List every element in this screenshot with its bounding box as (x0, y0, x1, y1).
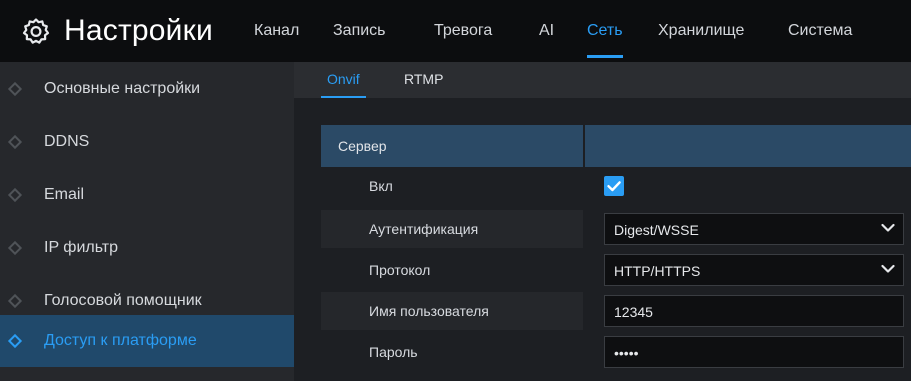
tab-network[interactable]: Сеть (587, 0, 623, 62)
sidebar: Основные настройки DDNS Email IP фильтр … (0, 62, 294, 381)
password-field[interactable]: ••••• (604, 336, 904, 368)
tab-onvif[interactable]: Onvif (321, 62, 366, 98)
diamond-icon (7, 187, 23, 202)
password-label: Пароль (369, 344, 418, 360)
username-value: 12345 (614, 304, 653, 320)
enable-label: Вкл (369, 178, 393, 194)
tab-ai[interactable]: AI (539, 0, 554, 62)
auth-select-value: Digest/WSSE (614, 222, 699, 238)
sidebar-item-basic-settings[interactable]: Основные настройки (0, 62, 294, 115)
sidebar-item-email[interactable]: Email (0, 168, 294, 221)
sidebar-item-ip-filter[interactable]: IP фильтр (0, 221, 294, 274)
sidebar-item-label: DDNS (44, 132, 90, 150)
tab-system[interactable]: Система (788, 0, 852, 62)
password-row: Пароль ••••• (321, 333, 911, 371)
password-value: ••••• (614, 345, 639, 361)
page-title: Настройки (64, 14, 213, 47)
top-bar: Настройки Канал Запись Тревога AI Сеть Х… (0, 0, 911, 62)
username-field[interactable]: 12345 (604, 295, 904, 327)
enable-checkbox[interactable] (604, 176, 624, 196)
tab-channel[interactable]: Канал (254, 0, 299, 62)
sidebar-item-label: Голосовой помощник (44, 291, 202, 309)
username-label: Имя пользователя (369, 303, 489, 319)
username-row: Имя пользователя 12345 (321, 292, 911, 330)
sidebar-item-label: Основные настройки (44, 79, 201, 97)
diamond-icon (7, 134, 23, 149)
auth-select[interactable]: Digest/WSSE (604, 213, 904, 245)
tab-storage[interactable]: Хранилище (658, 0, 744, 62)
auth-label: Аутентификация (369, 221, 479, 237)
chevron-down-icon (881, 264, 895, 273)
sidebar-item-label: IP фильтр (44, 238, 119, 256)
protocol-row: Протокол HTTP/HTTPS (321, 251, 911, 289)
section-title: Сервер (338, 138, 387, 154)
chevron-down-icon (881, 223, 895, 232)
sidebar-item-platform-access[interactable]: Доступ к платформе (0, 315, 294, 367)
sidebar-item-ddns[interactable]: DDNS (0, 115, 294, 168)
protocol-label: Протокол (369, 262, 431, 278)
tab-alarm[interactable]: Тревога (434, 0, 492, 62)
checkmark-icon (607, 181, 621, 192)
diamond-icon (7, 333, 23, 349)
sidebar-item-label: Email (44, 185, 85, 203)
auth-row: Аутентификация Digest/WSSE (321, 210, 911, 248)
sidebar-item-label: Доступ к платформе (44, 332, 197, 349)
diamond-icon (7, 81, 23, 96)
sub-tabs: Onvif RTMP (294, 62, 911, 98)
main-panel: Onvif RTMP Сервер Вкл Аутентификация Dig… (294, 62, 911, 381)
enable-row: Вкл (321, 167, 911, 205)
section-header: Сервер (321, 125, 911, 167)
gear-icon (22, 18, 50, 44)
tab-record[interactable]: Запись (333, 0, 386, 62)
diamond-icon (7, 293, 23, 308)
divider (583, 125, 585, 167)
diamond-icon (7, 240, 23, 255)
protocol-select[interactable]: HTTP/HTTPS (604, 254, 904, 286)
tab-rtmp[interactable]: RTMP (404, 62, 443, 98)
protocol-select-value: HTTP/HTTPS (614, 263, 701, 279)
